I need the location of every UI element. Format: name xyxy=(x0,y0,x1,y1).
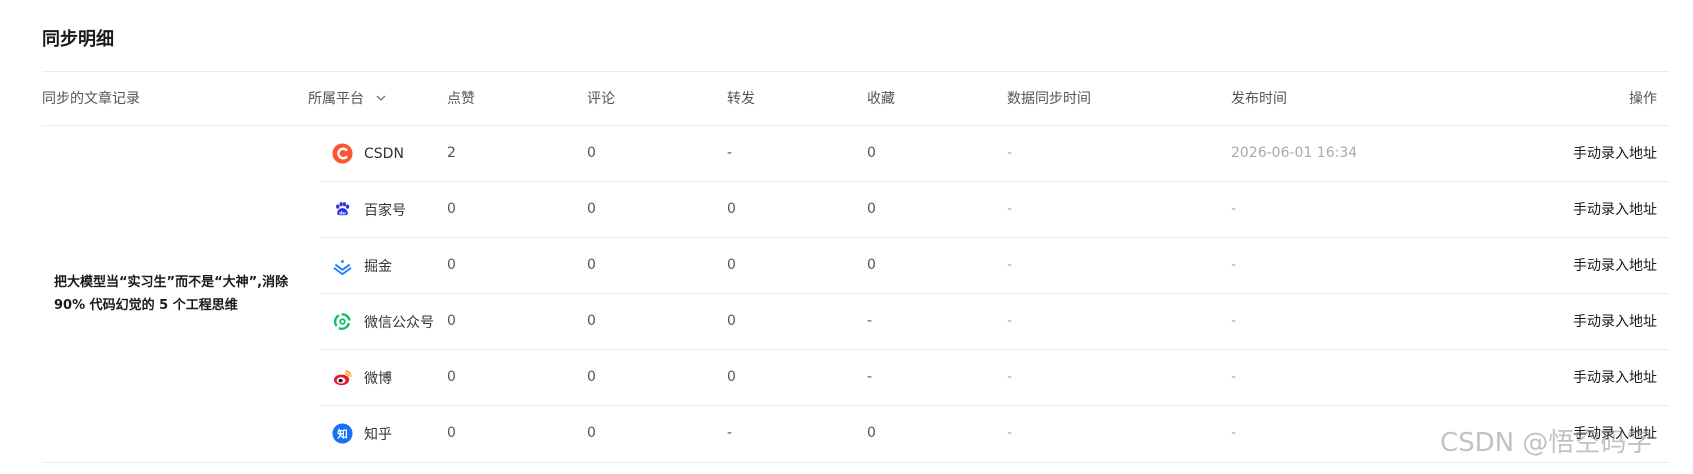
likes-value: 0 xyxy=(447,201,456,217)
comments-value: 0 xyxy=(587,425,596,441)
zhihu-icon: 知 xyxy=(332,423,353,444)
platform-name: 微信公众号 xyxy=(364,314,434,331)
col-article: 同步的文章记录 xyxy=(42,91,140,107)
platform-name: 知乎 xyxy=(364,426,392,443)
publish-time-value: 2026-06-01 16:34 xyxy=(1231,145,1358,161)
chevron-down-icon xyxy=(376,95,386,101)
manual-entry-button[interactable]: 手动录入地址 xyxy=(1573,238,1657,294)
likes-value: 2 xyxy=(447,145,456,161)
platform-cell: 知 知乎 xyxy=(332,406,392,461)
sync-time-value: - xyxy=(1007,369,1013,385)
svg-text:知: 知 xyxy=(337,427,348,440)
col-comments: 评论 xyxy=(587,91,615,107)
publish-time-value: - xyxy=(1231,201,1237,217)
col-actions: 操作 xyxy=(1629,91,1657,107)
publish-time-value: - xyxy=(1231,257,1237,273)
table-row: 掘金 0 0 0 0 - - 手动录入地址 xyxy=(320,238,1669,294)
favorites-value: 0 xyxy=(867,257,876,273)
article-cell: 把大模型当“实习生”而不是“大神”,消除 90% 代码幻觉的 5 个工程思维 xyxy=(42,126,320,462)
table-row: du 百家号 0 0 0 0 - - 手动录入地址 xyxy=(320,182,1669,238)
platform-cell: 掘金 xyxy=(332,238,392,293)
table-row: 微博 0 0 0 - - - 手动录入地址 xyxy=(320,350,1669,406)
baijiahao-icon: du xyxy=(336,202,350,216)
platform-cell: du 百家号 xyxy=(332,182,406,237)
table-row: 微信公众号 0 0 0 - - - 手动录入地址 xyxy=(320,294,1669,350)
platform-name: 微博 xyxy=(364,370,392,387)
juejin-icon xyxy=(333,259,352,276)
table-body: 把大模型当“实习生”而不是“大神”,消除 90% 代码幻觉的 5 个工程思维 C… xyxy=(42,126,1669,463)
svg-text:du: du xyxy=(339,210,346,216)
sync-detail-table: 同步的文章记录 所属平台 点赞 评论 转发 收藏 数据同步时间 发布时间 操作 … xyxy=(42,71,1669,463)
table-header: 同步的文章记录 所属平台 点赞 评论 转发 收藏 数据同步时间 发布时间 操作 xyxy=(42,71,1669,126)
col-sync-time: 数据同步时间 xyxy=(1007,91,1091,107)
shares-value: 0 xyxy=(727,201,736,217)
shares-value: 0 xyxy=(727,313,736,329)
table-row: CSDN 2 0 - 0 - 2026-06-01 16:34 手动录入地址 xyxy=(320,126,1669,182)
platform-cell: CSDN xyxy=(332,126,404,181)
weibo-icon xyxy=(333,370,352,386)
article-title: 把大模型当“实习生”而不是“大神”,消除 90% 代码幻觉的 5 个工程思维 xyxy=(54,275,289,313)
favorites-value: - xyxy=(867,369,873,385)
manual-entry-button[interactable]: 手动录入地址 xyxy=(1573,350,1657,406)
comments-value: 0 xyxy=(587,313,596,329)
col-favorites: 收藏 xyxy=(867,91,895,107)
col-platform-filter[interactable]: 所属平台 xyxy=(308,72,386,126)
shares-value: 0 xyxy=(727,257,736,273)
comments-value: 0 xyxy=(587,145,596,161)
platform-name: 掘金 xyxy=(364,258,392,275)
section-title: 同步明细 xyxy=(42,29,114,50)
platform-cell: 微博 xyxy=(332,350,392,405)
shares-value: - xyxy=(727,425,733,441)
favorites-value: 0 xyxy=(867,145,876,161)
comments-value: 0 xyxy=(587,201,596,217)
col-shares: 转发 xyxy=(727,91,755,107)
manual-entry-button[interactable]: 手动录入地址 xyxy=(1573,294,1657,350)
likes-value: 0 xyxy=(447,313,456,329)
sync-time-value: - xyxy=(1007,257,1013,273)
platform-name: CSDN xyxy=(364,145,404,162)
manual-entry-button[interactable]: 手动录入地址 xyxy=(1573,182,1657,238)
likes-value: 0 xyxy=(447,257,456,273)
sync-time-value: - xyxy=(1007,145,1013,161)
platform-cell: 微信公众号 xyxy=(332,294,434,349)
platform-name: 百家号 xyxy=(364,202,406,219)
sync-time-value: - xyxy=(1007,201,1013,217)
platform-rows: CSDN 2 0 - 0 - 2026-06-01 16:34 手动录入地址 d… xyxy=(320,126,1669,462)
publish-time-value: - xyxy=(1231,425,1237,441)
col-likes: 点赞 xyxy=(447,91,475,107)
likes-value: 0 xyxy=(447,369,456,385)
col-publish-time: 发布时间 xyxy=(1231,91,1287,107)
comments-value: 0 xyxy=(587,369,596,385)
sync-time-value: - xyxy=(1007,425,1013,441)
comments-value: 0 xyxy=(587,257,596,273)
manual-entry-button[interactable]: 手动录入地址 xyxy=(1573,126,1657,182)
favorites-value: 0 xyxy=(867,201,876,217)
favorites-value: 0 xyxy=(867,425,876,441)
watermark: CSDN @悟空码字 xyxy=(1440,428,1653,458)
wechat-icon xyxy=(333,313,351,330)
shares-value: 0 xyxy=(727,369,736,385)
csdn-icon xyxy=(332,143,353,164)
publish-time-value: - xyxy=(1231,369,1237,385)
shares-value: - xyxy=(727,145,733,161)
publish-time-value: - xyxy=(1231,313,1237,329)
col-platform-label: 所属平台 xyxy=(308,91,364,107)
sync-time-value: - xyxy=(1007,313,1013,329)
likes-value: 0 xyxy=(447,425,456,441)
favorites-value: - xyxy=(867,313,873,329)
